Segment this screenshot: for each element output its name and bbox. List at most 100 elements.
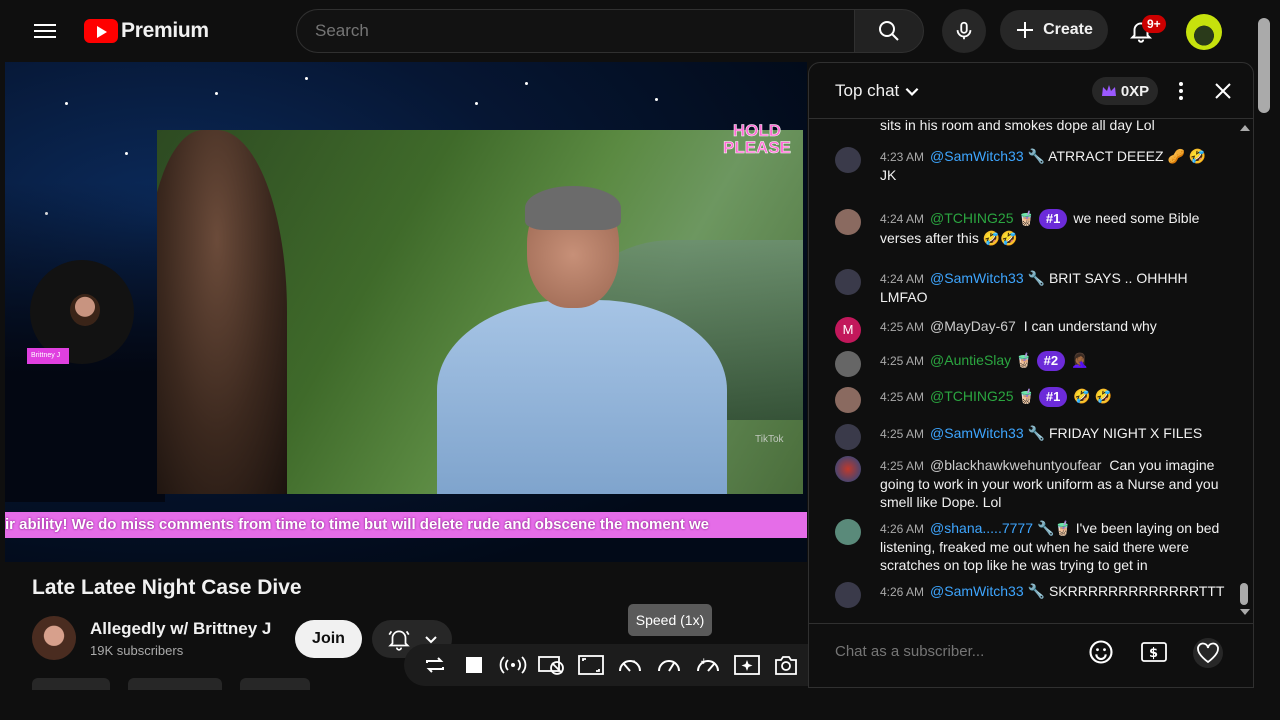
message-author[interactable]: @SamWitch33 [930, 425, 1024, 441]
broadcast-icon[interactable] [498, 650, 528, 680]
account-avatar[interactable] [1186, 14, 1222, 50]
author-badge: 🔧 [1027, 583, 1046, 599]
chat-messages: sits in his room and smokes dope all day… [809, 119, 1239, 623]
message-time: 4:26 AM [880, 522, 925, 536]
message-time: 4:23 AM [880, 150, 925, 164]
xp-value: 0XP [1120, 82, 1150, 100]
message-author[interactable]: @SamWitch33 [930, 583, 1024, 599]
user-avatar[interactable] [835, 351, 861, 377]
join-button[interactable]: Join [295, 620, 362, 658]
page-scrollbar[interactable] [1258, 18, 1270, 113]
speed-up-icon[interactable]: + [693, 650, 723, 680]
ticker-text: ir ability! We do miss comments from tim… [5, 516, 710, 533]
message-author[interactable]: @SamWitch33 [930, 148, 1024, 164]
menu-icon[interactable] [32, 20, 58, 42]
bell-ring-icon [387, 630, 410, 651]
chat-message: 4:25 AM @SamWitch33 🔧 FRIDAY NIGHT X FILES [835, 424, 1225, 450]
user-avatar[interactable] [835, 387, 861, 413]
chat-input-area: $ [809, 623, 1253, 687]
action-button-partial[interactable] [240, 678, 310, 690]
screenshot-icon[interactable] [771, 650, 801, 680]
player-extension-toolbar: - + [404, 644, 856, 686]
super-chat-icon[interactable]: $ [1139, 638, 1169, 666]
user-avatar[interactable] [835, 519, 861, 545]
speed-icon[interactable] [654, 650, 684, 680]
more-options-icon[interactable] [1169, 79, 1193, 103]
chat-input[interactable] [835, 638, 1085, 666]
user-avatar[interactable] [835, 269, 861, 295]
chat-header: Top chat 0XP [809, 63, 1253, 119]
host-face [70, 294, 100, 326]
voice-search-button[interactable] [942, 9, 986, 53]
message-author[interactable]: @TCHING25 [930, 210, 1013, 226]
hold-please-overlay: HOLD PLEASE [722, 121, 792, 157]
youtube-premium-logo[interactable]: Premium [84, 19, 209, 43]
chat-message: 4:25 AM @TCHING25 🧋 #1 🤣 🤣 [835, 387, 1225, 413]
chat-message: 4:26 AM @SamWitch33 🔧 SKRRRRRRRRRRRRRTTT [835, 582, 1225, 608]
message-author[interactable]: @SamWitch33 [930, 270, 1024, 286]
message-author[interactable]: @TCHING25 [930, 388, 1013, 404]
live-chat-panel: Top chat 0XP sits in his room and smokes… [808, 62, 1254, 688]
user-avatar[interactable] [835, 582, 861, 608]
search-bar [296, 9, 924, 53]
svg-text:$: $ [1149, 646, 1158, 661]
rank-badge: #1 [1038, 387, 1068, 407]
chevron-down-icon [905, 87, 919, 96]
chat-message: 4:24 AM @SamWitch33 🔧 BRIT SAYS .. OHHHH L… [835, 269, 1225, 306]
chat-mode-selector[interactable]: Top chat [835, 81, 921, 101]
message-author[interactable]: @AuntieSlay [930, 352, 1011, 368]
create-label: Create [1043, 21, 1093, 38]
notifications-button[interactable]: 9+ [1124, 12, 1166, 52]
message-time: 4:25 AM [880, 427, 925, 441]
sparkle-icon[interactable] [732, 650, 762, 680]
chat-scroll-down-arrow[interactable] [1240, 609, 1250, 615]
speed-tooltip: Speed (1x) [628, 604, 712, 636]
top-bar: Premium Create 9+ [0, 0, 1280, 62]
message-author[interactable]: @shana.....7777 [930, 520, 1033, 536]
video-clip [157, 130, 803, 494]
video-title: Late Latee Night Case Dive [32, 576, 302, 599]
xp-badge[interactable]: 0XP [1092, 77, 1158, 105]
host-name-tag: Brittney J [27, 348, 69, 364]
loop-icon[interactable] [420, 650, 450, 680]
action-button-partial[interactable] [32, 678, 110, 690]
hide-icon[interactable] [537, 650, 567, 680]
fullscreen-icon[interactable] [576, 650, 606, 680]
chat-message: M 4:25 AM @MayDay-67 I can understand why [835, 317, 1225, 343]
chat-message: 4:24 AM @TCHING25 🧋 #1 we need some Bible ve… [835, 209, 1225, 247]
speed-down-icon[interactable]: - [615, 650, 645, 680]
channel-name[interactable]: Allegedly w/ Brittney J [90, 619, 271, 639]
channel-avatar[interactable] [32, 616, 76, 660]
emoji-icon[interactable] [1087, 638, 1115, 666]
user-avatar[interactable] [835, 147, 861, 173]
chat-message: 4:25 AM @AuntieSlay 🧋 #2 🤦🏾‍♀️ [835, 351, 1225, 377]
message-author[interactable]: @blackhawkwehuntyoufear [930, 457, 1101, 473]
message-text: I can understand why [1023, 318, 1157, 334]
user-avatar[interactable] [835, 424, 861, 450]
author-badge: 🔧🧋 [1036, 520, 1072, 536]
create-button[interactable]: Create [1000, 10, 1108, 50]
chat-message: 4:25 AM @blackhawkwehuntyoufear Can you i… [835, 456, 1225, 511]
user-avatar[interactable]: M [835, 317, 861, 343]
message-time: 4:25 AM [880, 354, 925, 368]
message-author[interactable]: @MayDay-67 [930, 318, 1016, 334]
search-input[interactable] [296, 9, 854, 53]
user-avatar[interactable] [835, 456, 861, 482]
crown-icon [1101, 85, 1116, 96]
chat-scroll-up-arrow[interactable] [1240, 125, 1250, 131]
chat-scrollbar[interactable] [1240, 583, 1248, 605]
stop-icon[interactable] [459, 650, 489, 680]
heart-icon[interactable] [1193, 638, 1223, 668]
action-button-partial[interactable] [128, 678, 222, 690]
youtube-play-icon [84, 19, 118, 43]
logo-text: Premium [121, 19, 209, 42]
chat-mode-label: Top chat [835, 81, 900, 100]
search-button[interactable] [854, 9, 924, 53]
user-avatar[interactable] [835, 209, 861, 235]
subscriber-count: 19K subscribers [90, 643, 184, 658]
action-buttons-row [32, 678, 432, 690]
notification-badge: 9+ [1142, 15, 1166, 33]
close-icon[interactable] [1211, 79, 1235, 103]
svg-text:-: - [632, 656, 635, 666]
video-player[interactable]: HOLD PLEASE TikTok Brittney J ir ability… [5, 62, 807, 562]
